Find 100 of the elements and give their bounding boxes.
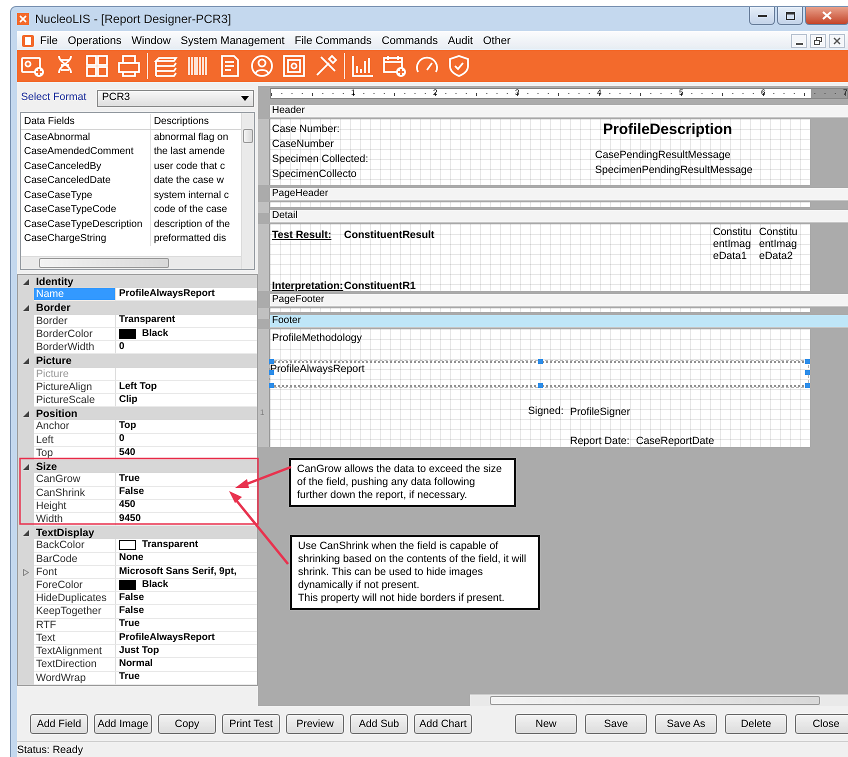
value-cell[interactable]: Transparent bbox=[116, 539, 257, 553]
value-cell[interactable]: Black bbox=[116, 579, 257, 592]
property-name[interactable]: CanGrow bbox=[34, 473, 116, 486]
value-cell[interactable]: Transparent bbox=[116, 314, 257, 328]
collapse-icon[interactable] bbox=[23, 464, 29, 470]
property-value[interactable]: True bbox=[119, 670, 140, 686]
resize-handle[interactable] bbox=[269, 359, 274, 364]
property-name[interactable]: WordWrap bbox=[34, 672, 116, 685]
property-value[interactable]: 0 bbox=[119, 432, 124, 448]
property-name[interactable]: Border bbox=[34, 314, 116, 328]
property-name[interactable]: BackColor bbox=[34, 539, 116, 553]
report-field[interactable]: Interpretation: bbox=[272, 280, 344, 293]
property-category[interactable]: Picture bbox=[34, 354, 72, 368]
resize-handle[interactable] bbox=[538, 383, 543, 388]
value-cell[interactable]: Microsoft Sans Serif, 9pt, bbox=[116, 566, 257, 580]
property-category[interactable]: Identity bbox=[34, 275, 74, 288]
property-category[interactable]: Position bbox=[34, 407, 78, 420]
property-value[interactable]: False bbox=[119, 604, 144, 619]
property-name[interactable]: TextAlignment bbox=[34, 645, 116, 658]
report-field[interactable]: ConstituentImageData2 bbox=[759, 226, 800, 262]
report-field[interactable]: Specimen Collected: bbox=[272, 153, 368, 166]
action-button[interactable]: Save bbox=[585, 714, 647, 734]
collapse-icon[interactable] bbox=[23, 530, 29, 536]
resize-handle[interactable] bbox=[269, 370, 274, 375]
report-field[interactable]: ConstituentR1 bbox=[344, 280, 416, 293]
format-dropdown[interactable]: PCR3 bbox=[97, 90, 254, 106]
value-cell[interactable]: False bbox=[116, 592, 257, 606]
value-cell[interactable]: True bbox=[116, 672, 257, 685]
report-field[interactable]: Report Date: bbox=[570, 435, 630, 448]
action-button[interactable]: Delete bbox=[725, 714, 787, 734]
report-field[interactable]: SpecimenCollecto bbox=[272, 168, 357, 181]
value-cell[interactable]: None bbox=[116, 552, 257, 566]
section-band[interactable]: Footer bbox=[270, 315, 848, 328]
section-band[interactable]: Header bbox=[270, 105, 848, 118]
report-field[interactable]: ConstituentResult bbox=[344, 229, 434, 242]
property-name[interactable]: TextDirection bbox=[34, 658, 116, 672]
report-field[interactable]: Case Number: bbox=[272, 123, 340, 136]
value-cell[interactable]: Normal bbox=[116, 658, 257, 672]
action-button[interactable]: Add Chart bbox=[414, 714, 472, 734]
menu-item[interactable]: Operations bbox=[62, 32, 127, 48]
menu-item[interactable]: File Commands bbox=[290, 32, 377, 48]
collapse-icon[interactable] bbox=[23, 358, 29, 364]
resize-handle[interactable] bbox=[805, 370, 810, 375]
value-cell[interactable]: Black bbox=[116, 328, 257, 342]
property-value[interactable]: False bbox=[119, 485, 144, 500]
report-field[interactable]: ProfileDescription bbox=[603, 121, 732, 139]
property-value[interactable]: 450 bbox=[119, 498, 136, 514]
resize-handle[interactable] bbox=[538, 359, 543, 364]
mdi-minimize-button[interactable] bbox=[791, 34, 807, 48]
report-field[interactable]: CasePendingResultMessage bbox=[595, 149, 730, 162]
value-cell[interactable]: True bbox=[116, 618, 257, 632]
mdi-close-button[interactable] bbox=[829, 34, 845, 48]
property-name[interactable]: PictureAlign bbox=[34, 380, 116, 394]
property-value[interactable]: Top bbox=[119, 419, 136, 434]
menu-item[interactable]: Commands bbox=[376, 32, 443, 48]
menu-item[interactable]: Audit bbox=[442, 32, 478, 48]
mdi-restore-button[interactable] bbox=[810, 34, 826, 48]
resize-handle[interactable] bbox=[805, 383, 810, 388]
report-field[interactable]: ConstituentImageData1 bbox=[713, 226, 754, 262]
menu-item[interactable]: System Management bbox=[176, 32, 290, 48]
action-button[interactable]: Copy bbox=[158, 714, 216, 734]
value-cell[interactable]: False bbox=[116, 605, 257, 619]
property-value[interactable]: Clip bbox=[119, 392, 138, 408]
property-value[interactable]: True bbox=[119, 617, 140, 632]
report-field[interactable]: CaseReportDate bbox=[636, 435, 714, 448]
property-value[interactable]: ProfileAlwaysReport bbox=[119, 630, 215, 646]
collapse-icon[interactable] bbox=[23, 305, 29, 312]
value-cell[interactable]: Top bbox=[116, 420, 257, 434]
report-field[interactable]: CaseNumber bbox=[272, 138, 334, 151]
property-value[interactable]: Left Top bbox=[119, 380, 157, 394]
property-value[interactable]: False bbox=[119, 591, 144, 606]
report-field[interactable]: ProfileSigner bbox=[570, 406, 630, 419]
collapse-icon[interactable] bbox=[23, 410, 29, 417]
action-button[interactable]: Add Image bbox=[94, 714, 152, 734]
value-cell[interactable]: Just Top bbox=[116, 645, 257, 658]
property-value[interactable]: 540 bbox=[119, 446, 136, 460]
property-value[interactable]: 9450 bbox=[119, 512, 141, 526]
value-cell[interactable]: 0 bbox=[116, 434, 257, 447]
toolbar-button[interactable] bbox=[248, 52, 276, 80]
vertical-scrollbar[interactable] bbox=[241, 113, 254, 269]
property-name[interactable]: Anchor bbox=[34, 420, 116, 434]
property-name[interactable]: CanShrink bbox=[34, 486, 116, 500]
collapse-icon[interactable] bbox=[23, 278, 29, 285]
report-field[interactable]: Signed: bbox=[528, 405, 564, 418]
property-name[interactable]: BorderColor bbox=[34, 328, 116, 342]
toolbar-button[interactable] bbox=[280, 52, 308, 80]
property-category[interactable]: Size bbox=[34, 460, 58, 474]
property-name[interactable]: RTF bbox=[34, 618, 116, 632]
horizontal-scrollbar[interactable] bbox=[470, 694, 848, 706]
close-button[interactable] bbox=[805, 7, 848, 25]
property-name[interactable]: Font bbox=[34, 566, 116, 580]
action-button[interactable]: Preview bbox=[286, 714, 344, 734]
property-name[interactable]: BarCode bbox=[34, 552, 116, 566]
report-field[interactable]: ProfileMethodology bbox=[272, 332, 362, 345]
report-field[interactable]: Test Result: bbox=[272, 229, 332, 242]
property-name[interactable]: ForeColor bbox=[34, 579, 116, 592]
menu-item[interactable]: Other bbox=[478, 32, 516, 48]
property-value[interactable]: 0 bbox=[119, 340, 124, 355]
toolbar-button[interactable] bbox=[115, 52, 143, 80]
value-cell[interactable]: ProfileAlwaysReport bbox=[116, 632, 257, 646]
